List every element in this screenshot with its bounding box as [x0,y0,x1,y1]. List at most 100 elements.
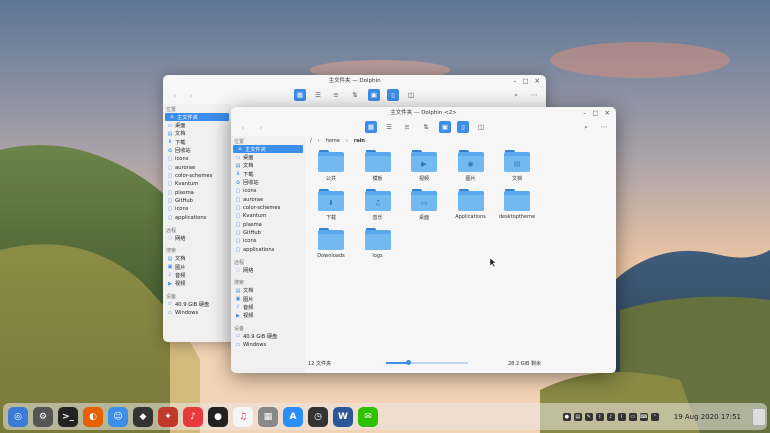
sidebar-item[interactable]: ▢ GitHub [231,229,305,237]
folder-item[interactable]: ▤ 文档 [494,150,540,182]
trash-icon[interactable] [752,407,766,426]
launcher-icon[interactable]: ◎ [8,406,28,427]
search-icon[interactable]: ⌕ [510,89,522,101]
split-view-icon[interactable]: ◫ [475,121,487,133]
tray-battery-icon[interactable]: ▭ [628,412,637,421]
sidebar-item[interactable]: ▢ Kvantum [231,212,305,220]
zoom-slider-handle[interactable] [405,360,411,365]
sidebar-item[interactable]: ♻ 回收站 [231,179,305,187]
info-panel-icon[interactable]: ▯ [387,89,399,101]
sidebar-item[interactable]: ▭ 40.9 GiB 硬盘 [163,300,231,308]
sidebar-item[interactable]: ▢ aurorae [163,163,231,171]
back-arrow-icon[interactable]: ‹ [237,121,249,133]
terminal-icon[interactable]: >_ [58,406,78,427]
details-view-icon[interactable]: ≡ [401,121,413,133]
app-store-icon[interactable]: A [283,406,303,427]
breadcrumb-root[interactable]: / [310,138,312,144]
menu-icon[interactable]: ⋯ [528,89,540,101]
sidebar-item[interactable]: ▢ color-schemes [163,172,231,180]
close-icon[interactable]: ✕ [535,75,540,87]
maximize-icon[interactable]: □ [592,107,598,119]
sidebar-item[interactable]: ▢ aurorae [231,195,305,203]
folder-item[interactable]: 模板 [355,150,401,182]
calculator-icon[interactable]: ▦ [258,406,278,427]
clock[interactable]: 19 Aug 2020 17:51 [674,413,741,421]
folder-item[interactable]: 公共 [308,150,354,182]
sidebar-item[interactable]: ◌ 网络 [163,234,231,242]
tray-bluetooth-icon[interactable]: ᛒ [595,412,604,421]
sidebar-item[interactable]: ▭ 桌面 [231,153,305,162]
sidebar-item[interactable]: ▤ 文档 [231,162,305,170]
sidebar-item[interactable]: ▣ 图片 [163,263,231,271]
folder-item[interactable]: ▭ 桌面 [401,189,447,221]
sidebar-item[interactable]: ◌ 网络 [231,266,305,274]
breadcrumb[interactable]: / › home › rain [308,136,616,146]
close-icon[interactable]: ✕ [605,107,610,119]
firefox-icon[interactable]: ◐ [83,406,103,427]
clock-app-icon[interactable]: ◷ [308,406,328,427]
folder-item[interactable]: logs [355,228,401,259]
sidebar-item[interactable]: ▭ 桌面 [163,121,231,130]
folder-item[interactable]: ♫ 音乐 [355,189,401,221]
compass-icon[interactable]: ✦ [158,406,178,427]
sidebar-item[interactable]: ⌂ 主文件夹 [233,145,303,154]
menu-icon[interactable]: ⋯ [598,121,610,133]
minimize-icon[interactable]: – [513,75,516,87]
wechat-icon[interactable]: ✉ [358,406,378,427]
back-arrow-icon[interactable]: ‹ [169,89,181,101]
sidebar-item[interactable]: ▢ Kvantum [163,180,231,188]
sidebar-item[interactable]: ▢ GitHub [163,197,231,205]
sidebar-item[interactable]: ▤ 文档 [231,286,305,295]
minimize-icon[interactable]: – [583,107,586,119]
icon-view-icon[interactable]: ▦ [365,121,377,133]
sort-icon[interactable]: ⇅ [349,89,361,101]
forward-arrow-icon[interactable]: › [255,121,267,133]
folder-item[interactable]: ▶ 视频 [401,150,447,182]
netease-music-icon[interactable]: ♪ [183,406,203,427]
sidebar-item[interactable]: ▢ icons [231,187,305,195]
github-icon[interactable]: ● [208,406,228,427]
window-titlebar[interactable]: 主文件夹 — Dolphin <2> – □ ✕ [231,107,616,119]
tray-app-icon[interactable]: ● [562,412,571,421]
settings-icon[interactable]: ⚙ [33,406,53,427]
compact-view-icon[interactable]: ☰ [312,89,324,101]
breadcrumb-current[interactable]: rain [354,138,365,144]
sidebar-item[interactable]: ▢ icons [163,205,231,213]
sidebar-item[interactable]: ▶ 视频 [163,280,231,288]
sort-icon[interactable]: ⇅ [420,121,432,133]
folder-item[interactable]: desktoptheme [494,189,540,220]
sidebar-item[interactable]: ▢ icons [231,237,305,245]
sidebar-item[interactable]: ⬇ 下载 [231,170,305,178]
split-view-icon[interactable]: ◫ [405,89,417,101]
preview-icon[interactable]: ▣ [439,121,451,133]
folder-item[interactable]: Downloads [308,228,354,259]
sidebar-item[interactable]: ♪ 音频 [231,303,305,311]
zoom-slider[interactable] [386,360,468,365]
folder-item[interactable]: ⬇ 下载 [308,189,354,221]
info-panel-icon[interactable]: ▯ [457,121,469,133]
sidebar-item[interactable]: ▢ applications [231,246,305,254]
dolphin-window-front[interactable]: 主文件夹 — Dolphin <2> – □ ✕ ‹ › ▦ ☰ ≡ ⇅ ▣ ▯ ◫… [231,107,616,373]
sidebar-item[interactable]: ▢ icons [163,155,231,163]
sidebar-item[interactable]: ▭ Windows [163,308,231,316]
tray-volume-icon[interactable]: ♪ [606,412,615,421]
folder-item[interactable]: Applications [448,189,494,220]
sidebar-item[interactable]: ▢ applications [163,214,231,222]
word-icon[interactable]: W [333,406,353,427]
sidebar-item[interactable]: ⬇ 下载 [163,138,231,146]
finder-icon[interactable]: ☺ [108,406,128,427]
icon-view-icon[interactable]: ▦ [294,89,306,101]
sidebar-item[interactable]: ▭ 40.9 GiB 硬盘 [231,332,305,340]
details-view-icon[interactable]: ≡ [330,89,342,101]
search-icon[interactable]: ⌕ [580,121,592,133]
tray-notes-icon[interactable]: ✎ [584,412,593,421]
breadcrumb-home[interactable]: home [326,138,340,144]
sidebar-item[interactable]: ▢ plasma [231,221,305,229]
inkscape-icon[interactable]: ◆ [133,406,153,427]
forward-arrow-icon[interactable]: › [185,89,197,101]
window-titlebar[interactable]: 主文件夹 — Dolphin – □ ✕ [163,75,546,87]
sidebar-item[interactable]: ▢ color-schemes [231,204,305,212]
sidebar-item[interactable]: ▶ 视频 [231,312,305,320]
sidebar-item[interactable]: ♻ 回收站 [163,147,231,155]
tray-hide-icon[interactable]: ⌃ [650,412,659,421]
